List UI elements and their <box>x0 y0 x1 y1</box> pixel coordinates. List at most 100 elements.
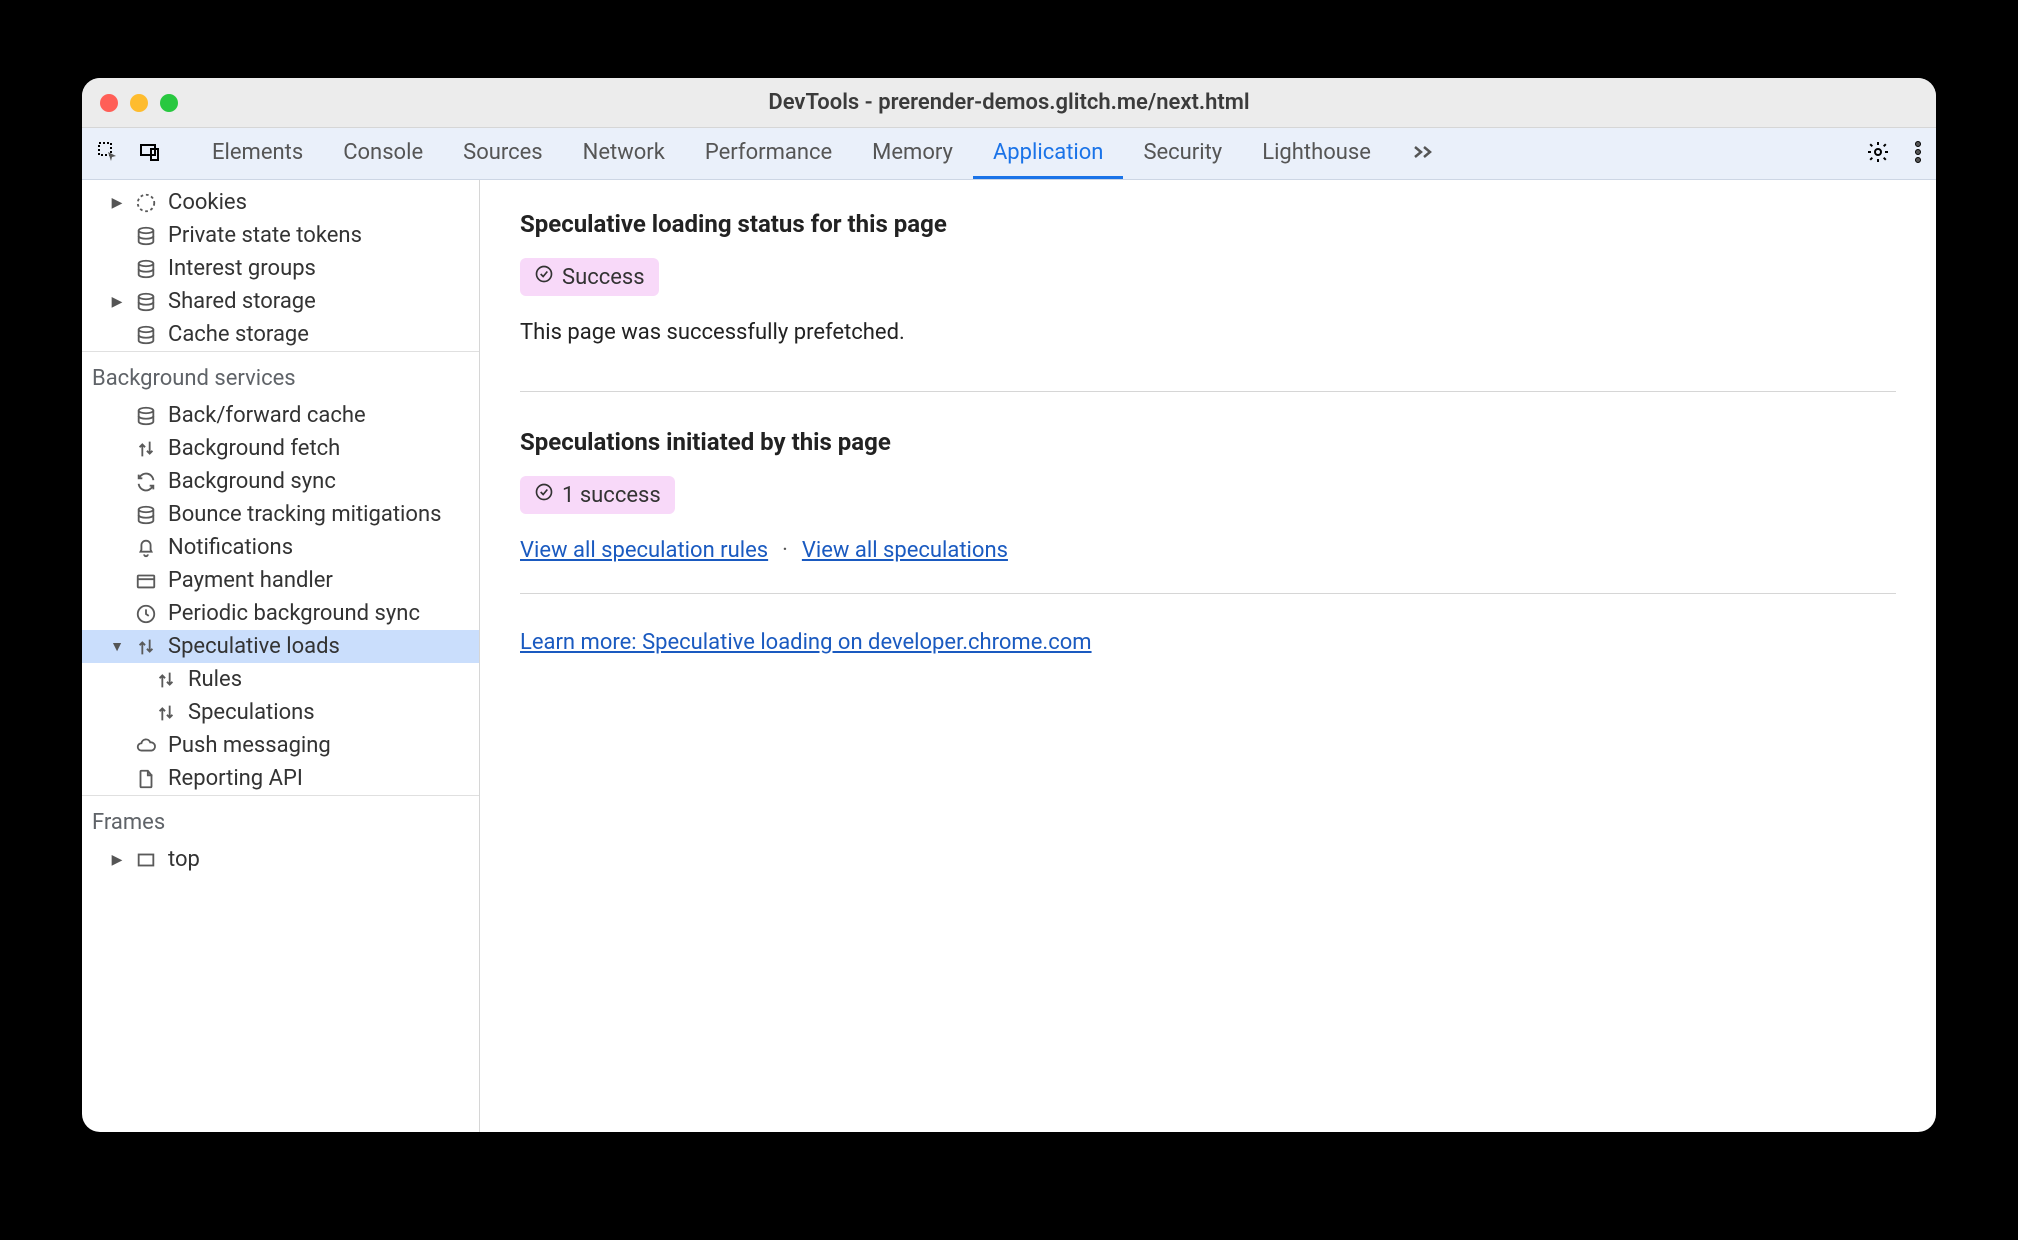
sidebar-item-back-forward-cache[interactable]: Back/forward cache <box>82 399 479 432</box>
bell-icon <box>134 536 158 560</box>
sidebar-item-label: Back/forward cache <box>168 403 366 428</box>
sidebar-item-rules[interactable]: Rules <box>82 663 479 696</box>
minimize-window-button[interactable] <box>130 94 148 112</box>
sidebar-item-label: Cookies <box>168 190 247 215</box>
chevron-right-icon: ▶ <box>110 852 124 868</box>
device-toolbar-icon[interactable] <box>138 140 162 168</box>
clock-icon <box>134 602 158 626</box>
cookie-icon <box>134 191 158 215</box>
chevron-right-icon: ▶ <box>110 195 124 211</box>
panel-body: ▶ Cookies Private state tokens Interest … <box>82 180 1936 1132</box>
chevron-right-icon: ▶ <box>110 294 124 310</box>
sidebar-item-label: Speculations <box>188 700 315 725</box>
panel-tabs: Elements Console Sources Network Perform… <box>192 128 1856 179</box>
learn-more-link[interactable]: Learn more: Speculative loading on devel… <box>520 630 1092 655</box>
more-options-icon[interactable] <box>1914 140 1922 168</box>
sidebar-item-label: Background sync <box>168 469 336 494</box>
sidebar-item-background-fetch[interactable]: Background fetch <box>82 432 479 465</box>
sidebar-item-payment-handler[interactable]: Payment handler <box>82 564 479 597</box>
sidebar-item-label: Rules <box>188 667 242 692</box>
tab-memory[interactable]: Memory <box>852 128 973 179</box>
sidebar-item-label: Periodic background sync <box>168 601 420 626</box>
main-content: Speculative loading status for this page… <box>480 180 1936 1132</box>
updown-icon <box>134 437 158 461</box>
database-icon <box>134 323 158 347</box>
initiated-heading: Speculations initiated by this page <box>520 428 1896 456</box>
view-rules-link[interactable]: View all speculation rules <box>520 538 768 563</box>
sidebar-item-cookies[interactable]: ▶ Cookies <box>82 186 479 219</box>
devtools-window: DevTools - prerender-demos.glitch.me/nex… <box>82 78 1936 1132</box>
sidebar-item-label: top <box>168 847 200 872</box>
status-text: This page was successfully prefetched. <box>520 320 1896 345</box>
sidebar-item-private-state-tokens[interactable]: Private state tokens <box>82 219 479 252</box>
sidebar-item-label: Notifications <box>168 535 293 560</box>
database-icon <box>134 404 158 428</box>
status-heading: Speculative loading status for this page <box>520 210 1896 238</box>
links-row: View all speculation rules · View all sp… <box>520 538 1896 563</box>
settings-icon[interactable] <box>1866 140 1890 168</box>
sidebar-item-speculations[interactable]: Speculations <box>82 696 479 729</box>
application-sidebar: ▶ Cookies Private state tokens Interest … <box>82 180 480 1132</box>
status-section: Speculative loading status for this page… <box>520 210 1896 392</box>
tab-lighthouse[interactable]: Lighthouse <box>1242 128 1391 179</box>
updown-icon <box>134 635 158 659</box>
document-icon <box>134 767 158 791</box>
sidebar-item-top-frame[interactable]: ▶ top <box>82 843 479 876</box>
sidebar-item-label: Reporting API <box>168 766 303 791</box>
cloud-icon <box>134 734 158 758</box>
sidebar-item-notifications[interactable]: Notifications <box>82 531 479 564</box>
tab-elements[interactable]: Elements <box>192 128 323 179</box>
tab-network[interactable]: Network <box>563 128 685 179</box>
chevron-down-icon: ▼ <box>110 638 124 655</box>
more-tabs-button[interactable] <box>1391 128 1455 179</box>
updown-icon <box>154 668 178 692</box>
tab-performance[interactable]: Performance <box>685 128 852 179</box>
database-icon <box>134 257 158 281</box>
status-badge-label: Success <box>562 265 645 290</box>
view-speculations-link[interactable]: View all speculations <box>802 538 1008 563</box>
initiated-badge-label: 1 success <box>562 483 661 508</box>
sidebar-item-shared-storage[interactable]: ▶ Shared storage <box>82 285 479 318</box>
sidebar-item-background-sync[interactable]: Background sync <box>82 465 479 498</box>
tab-application[interactable]: Application <box>973 128 1123 179</box>
tab-console[interactable]: Console <box>323 128 443 179</box>
database-icon <box>134 503 158 527</box>
updown-icon <box>154 701 178 725</box>
check-circle-icon <box>534 264 554 290</box>
traffic-lights <box>100 94 178 112</box>
sidebar-item-reporting-api[interactable]: Reporting API <box>82 762 479 795</box>
frame-icon <box>134 848 158 872</box>
database-icon <box>134 290 158 314</box>
sidebar-item-label: Private state tokens <box>168 223 362 248</box>
sidebar-item-label: Bounce tracking mitigations <box>168 502 441 527</box>
sidebar-item-label: Cache storage <box>168 322 309 347</box>
sidebar-item-bounce-tracking[interactable]: Bounce tracking mitigations <box>82 498 479 531</box>
initiated-badge: 1 success <box>520 476 675 514</box>
sync-icon <box>134 470 158 494</box>
sidebar-item-push-messaging[interactable]: Push messaging <box>82 729 479 762</box>
sidebar-item-speculative-loads[interactable]: ▼ Speculative loads <box>82 630 479 663</box>
sidebar-item-label: Shared storage <box>168 289 316 314</box>
sidebar-item-label: Interest groups <box>168 256 316 281</box>
maximize-window-button[interactable] <box>160 94 178 112</box>
window-title: DevTools - prerender-demos.glitch.me/nex… <box>82 90 1936 115</box>
initiated-section: Speculations initiated by this page 1 su… <box>520 428 1896 594</box>
separator-dot: · <box>782 538 788 563</box>
sidebar-section-background-services: Background services <box>82 351 479 399</box>
card-icon <box>134 569 158 593</box>
status-badge: Success <box>520 258 659 296</box>
sidebar-item-label: Payment handler <box>168 568 333 593</box>
tab-security[interactable]: Security <box>1123 128 1242 179</box>
database-icon <box>134 224 158 248</box>
titlebar: DevTools - prerender-demos.glitch.me/nex… <box>82 78 1936 128</box>
check-circle-icon <box>534 482 554 508</box>
sidebar-item-label: Background fetch <box>168 436 340 461</box>
sidebar-item-cache-storage[interactable]: Cache storage <box>82 318 479 351</box>
tab-sources[interactable]: Sources <box>443 128 563 179</box>
sidebar-item-interest-groups[interactable]: Interest groups <box>82 252 479 285</box>
sidebar-item-periodic-sync[interactable]: Periodic background sync <box>82 597 479 630</box>
inspect-element-icon[interactable] <box>96 140 120 168</box>
close-window-button[interactable] <box>100 94 118 112</box>
sidebar-item-label: Speculative loads <box>168 634 340 659</box>
devtools-toolbar: Elements Console Sources Network Perform… <box>82 128 1936 180</box>
